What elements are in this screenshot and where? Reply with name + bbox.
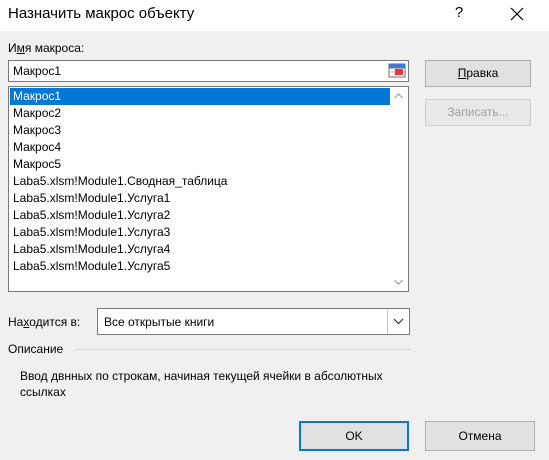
macro-name-label-prefix: И: [8, 41, 17, 55]
collapse-dialog-button[interactable]: [386, 61, 408, 81]
macro-name-label-suffix: я макроса:: [24, 41, 85, 55]
macro-name-label: Имя макроса:: [8, 41, 84, 55]
macro-name-value: Макрос1: [13, 64, 62, 78]
window-title: Назначить макрос объекту: [8, 5, 195, 22]
macro-list-item[interactable]: Laba5.xlsm!Module1.Услуга1: [10, 190, 390, 207]
location-label-suffix: одится в:: [29, 315, 81, 329]
scroll-up-icon[interactable]: [393, 91, 404, 101]
macro-list-item[interactable]: Laba5.xlsm!Module1.Услуга5: [10, 258, 390, 275]
edit-button-label: равка: [466, 66, 499, 80]
location-label: Находится в:: [8, 315, 80, 329]
description-divider: [75, 349, 411, 350]
macro-list-item[interactable]: Макрос3: [10, 122, 390, 139]
title-bar: Назначить макрос объекту ?: [0, 0, 549, 31]
close-icon: [510, 7, 524, 21]
macro-list[interactable]: Макрос1 Макрос2 Макрос3 Макрос4 Макрос5 Laba5…: [8, 86, 409, 292]
edit-button[interactable]: Правка: [425, 60, 531, 87]
location-label-prefix: На: [8, 315, 24, 329]
macro-list-item[interactable]: Laba5.xlsm!Module1.Сводная_таблица: [10, 173, 390, 190]
ok-button[interactable]: OK: [299, 421, 409, 451]
macro-list-item[interactable]: Макрос2: [10, 105, 390, 122]
location-dropdown-button[interactable]: [387, 309, 409, 334]
macro-list-item[interactable]: Laba5.xlsm!Module1.Услуга2: [10, 207, 390, 224]
macro-name-label-accel: м: [16, 41, 25, 55]
close-button[interactable]: [505, 2, 529, 26]
location-select-value: Все открытые книги: [104, 315, 215, 329]
macro-list-item[interactable]: Laba5.xlsm!Module1.Услуга4: [10, 241, 390, 258]
macro-list-item[interactable]: Макрос5: [10, 156, 390, 173]
range-picker-icon: [388, 63, 406, 78]
record-button[interactable]: Записать...: [425, 99, 531, 126]
macro-list-item[interactable]: Laba5.xlsm!Module1.Услуга3: [10, 224, 390, 241]
macro-list-item[interactable]: Макрос4: [10, 139, 390, 156]
macro-list-items: Макрос1 Макрос2 Макрос3 Макрос4 Макрос5 Laba5…: [10, 88, 390, 275]
help-button[interactable]: ?: [451, 4, 467, 24]
description-heading: Описание: [8, 342, 64, 356]
list-scrollbar[interactable]: [390, 88, 407, 290]
macro-list-item[interactable]: Макрос1: [10, 88, 390, 105]
description-text: Ввод двнных по строкам, начиная текущей …: [20, 369, 383, 399]
chevron-down-icon: [393, 318, 404, 325]
cancel-button[interactable]: Отмена: [425, 421, 535, 451]
scroll-down-icon[interactable]: [393, 277, 404, 287]
location-select[interactable]: Все открытые книги: [97, 308, 410, 335]
macro-name-input[interactable]: Макрос1: [8, 60, 409, 82]
